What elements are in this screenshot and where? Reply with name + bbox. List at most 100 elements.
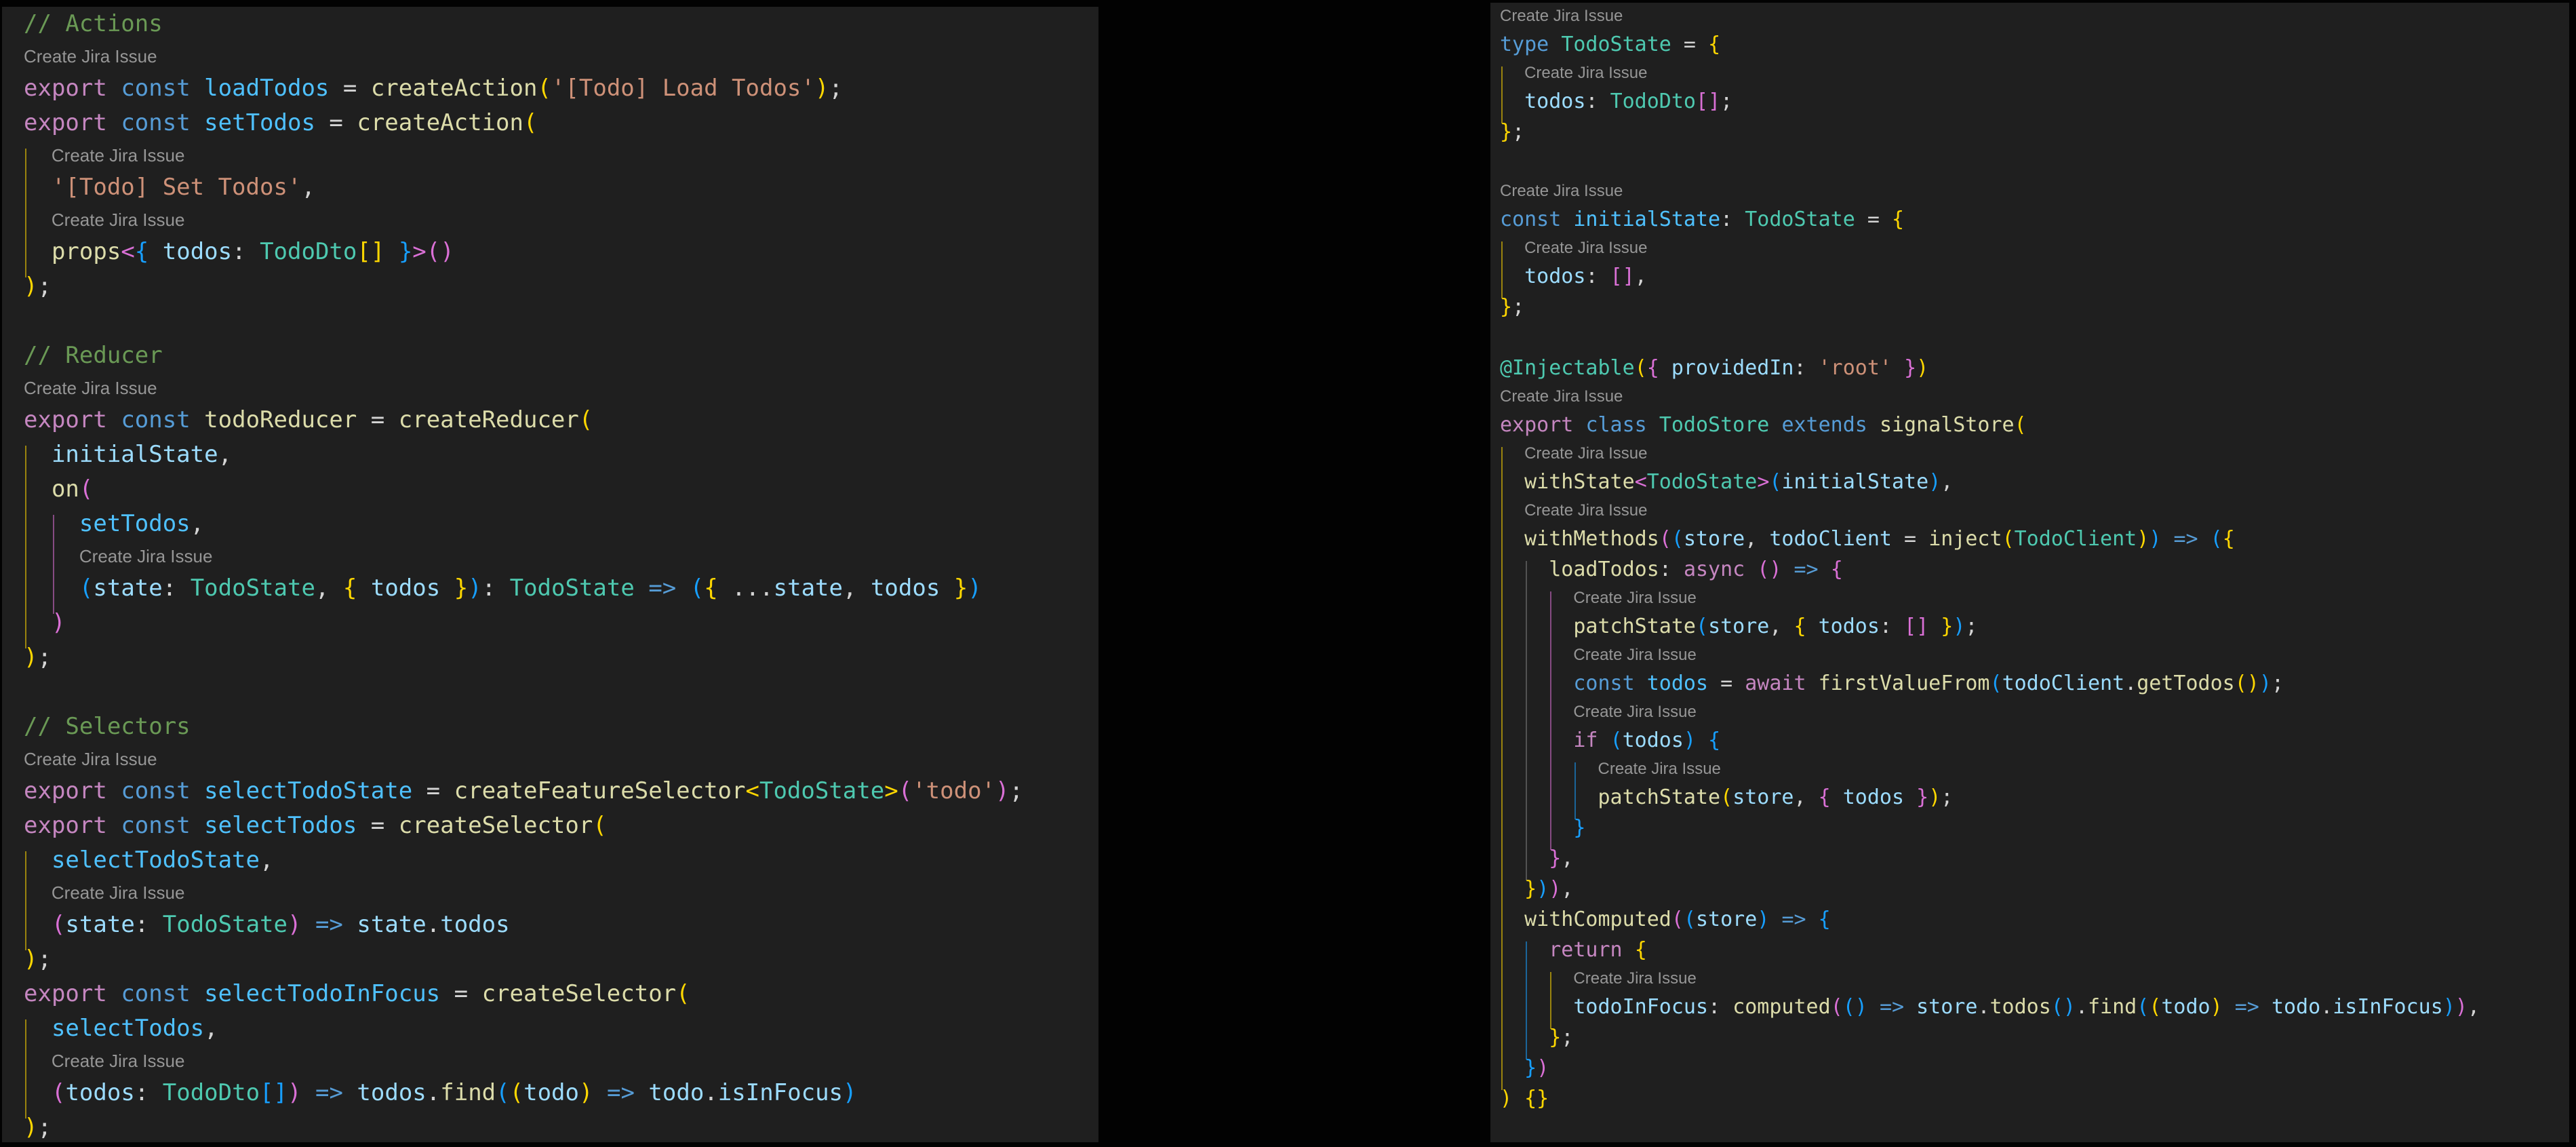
token-op bbox=[301, 1079, 315, 1106]
blank-line bbox=[1490, 322, 2569, 353]
token-cvar: selectTodos bbox=[52, 1015, 204, 1042]
token-op bbox=[2161, 527, 2173, 551]
token-op bbox=[191, 777, 204, 804]
token-b2: { bbox=[1831, 558, 1843, 581]
token-typ: TodoState bbox=[1647, 470, 1758, 494]
token-op: , bbox=[301, 174, 315, 201]
token-var: todoClient bbox=[2002, 672, 2125, 695]
token-op bbox=[440, 575, 454, 602]
code-lens-create-jira-issue-link[interactable]: Create Jira Issue bbox=[52, 1051, 185, 1071]
token-op: ; bbox=[2272, 672, 2284, 695]
code-lens-create-jira-issue-link[interactable]: Create Jira Issue bbox=[1598, 760, 1721, 778]
token-op: ; bbox=[1010, 777, 1023, 804]
code-line: return { bbox=[1490, 935, 2569, 965]
token-b2: () bbox=[427, 238, 454, 265]
token-b1: ( bbox=[537, 75, 551, 102]
token-arr: => bbox=[315, 911, 343, 938]
editor-panel-signal-store[interactable]: Create Jira Issue type TodoState = { Creat… bbox=[1490, 3, 2569, 1142]
token-kw2: const bbox=[121, 406, 190, 433]
token-op bbox=[1904, 995, 1916, 1019]
code-lens-create-jira-issue-link[interactable]: Create Jira Issue bbox=[1500, 387, 1623, 406]
code-lens-create-jira-issue-link[interactable]: Create Jira Issue bbox=[1573, 969, 1696, 988]
token-typ: TodoState bbox=[1745, 208, 1855, 231]
editor-panel-ngrx-classic[interactable]: // ActionsCreate Jira Issueexport const … bbox=[2, 7, 1098, 1142]
token-fn: getTodos bbox=[2137, 672, 2235, 695]
code-lens-create-jira-issue-link[interactable]: Create Jira Issue bbox=[52, 882, 185, 903]
token-b3: ( bbox=[2137, 995, 2149, 1019]
code-lens-create-jira-issue-link[interactable]: Create Jira Issue bbox=[1500, 7, 1623, 25]
token-b1: ) bbox=[24, 1114, 37, 1141]
token-fn: patchState bbox=[1598, 785, 1721, 809]
code-lens-create-jira-issue-link[interactable]: Create Jira Issue bbox=[24, 46, 157, 66]
indent-spaces bbox=[1500, 527, 1524, 551]
token-fn: withMethods bbox=[1524, 527, 1659, 551]
token-op: : bbox=[1880, 615, 1904, 638]
token-b2: } bbox=[1904, 356, 1916, 380]
code-lens-create-jira-issue-link[interactable]: Create Jira Issue bbox=[24, 749, 157, 769]
code-lens-create-jira-issue-link[interactable]: Create Jira Issue bbox=[1524, 444, 1647, 463]
code-lens-line: Create Jira Issue bbox=[1490, 585, 2569, 611]
token-var: state bbox=[774, 575, 843, 602]
token-b3: { bbox=[1708, 728, 1720, 752]
token-op: = bbox=[1855, 208, 1892, 231]
code-lens-create-jira-issue-link[interactable]: Create Jira Issue bbox=[1524, 64, 1647, 82]
token-cvar: selectTodoState bbox=[52, 847, 260, 874]
code-lens-create-jira-issue-link[interactable]: Create Jira Issue bbox=[24, 378, 157, 398]
token-b1: } bbox=[1500, 295, 1512, 319]
token-b1: } bbox=[454, 575, 468, 602]
token-var: todos bbox=[371, 575, 440, 602]
token-op: ; bbox=[1941, 785, 1953, 809]
token-kw2: const bbox=[121, 75, 190, 102]
token-op: ; bbox=[37, 644, 51, 671]
token-op bbox=[1512, 1087, 1524, 1110]
token-b2: { bbox=[1647, 356, 1659, 380]
token-fn: props bbox=[52, 238, 121, 265]
token-b2: ( bbox=[52, 1079, 65, 1106]
code-line: }, bbox=[1490, 843, 2569, 874]
token-kw2: type bbox=[1500, 33, 1549, 56]
indent-spaces bbox=[24, 609, 52, 636]
token-op: , bbox=[1635, 265, 1647, 288]
code-lens-create-jira-issue-link[interactable]: Create Jira Issue bbox=[1500, 182, 1623, 200]
token-b3: () bbox=[2051, 995, 2076, 1019]
token-b2: } bbox=[1549, 847, 1561, 870]
token-b2: ( bbox=[52, 911, 65, 938]
code-lens-create-jira-issue-link[interactable]: Create Jira Issue bbox=[1573, 703, 1696, 721]
token-b2: [] bbox=[1696, 90, 1720, 113]
code-lens-line: Create Jira Issue bbox=[1490, 383, 2569, 410]
token-b1: ( bbox=[1635, 356, 1647, 380]
token-b3: [] bbox=[260, 1079, 288, 1106]
token-b1: ( bbox=[579, 406, 593, 433]
indent-spaces bbox=[24, 475, 52, 503]
code-lens-create-jira-issue-link[interactable]: Create Jira Issue bbox=[1573, 589, 1696, 607]
token-op bbox=[635, 575, 648, 602]
indent-spaces bbox=[24, 1015, 52, 1042]
token-op bbox=[301, 911, 315, 938]
code-lens-create-jira-issue-link[interactable]: Create Jira Issue bbox=[52, 145, 185, 166]
code-lens-create-jira-issue-link[interactable]: Create Jira Issue bbox=[79, 546, 213, 566]
code-lens-create-jira-issue-link[interactable]: Create Jira Issue bbox=[1573, 646, 1696, 664]
code-lens-create-jira-issue-link[interactable]: Create Jira Issue bbox=[1524, 501, 1647, 520]
token-b3: ) bbox=[2259, 672, 2272, 695]
token-kw2: const bbox=[121, 109, 190, 136]
code-line: ); bbox=[2, 269, 1098, 304]
token-arr: => bbox=[1880, 995, 1904, 1019]
token-op: , bbox=[204, 1015, 218, 1042]
code-lens-create-jira-issue-link[interactable]: Create Jira Issue bbox=[1524, 239, 1647, 257]
token-var: store bbox=[1684, 527, 1745, 551]
token-b3: ) bbox=[1928, 470, 1941, 494]
code-lens-create-jira-issue-link[interactable]: Create Jira Issue bbox=[52, 210, 185, 230]
token-b2: () bbox=[1757, 558, 1781, 581]
token-op bbox=[1769, 413, 1781, 437]
token-kw: export bbox=[1500, 413, 1573, 437]
code-line: withMethods((store, todoClient = inject(… bbox=[1490, 524, 2569, 554]
token-typ: TodoState bbox=[1561, 33, 1671, 56]
token-b2: [] bbox=[1904, 615, 1928, 638]
token-typ: TodoDto bbox=[260, 238, 357, 265]
token-typ: TodoDto bbox=[163, 1079, 260, 1106]
token-op: : bbox=[135, 1079, 163, 1106]
token-b3: ) bbox=[1757, 908, 1769, 931]
token-op bbox=[357, 575, 370, 602]
token-fn: createSelector bbox=[482, 980, 677, 1007]
token-b1: } bbox=[1549, 1026, 1561, 1049]
